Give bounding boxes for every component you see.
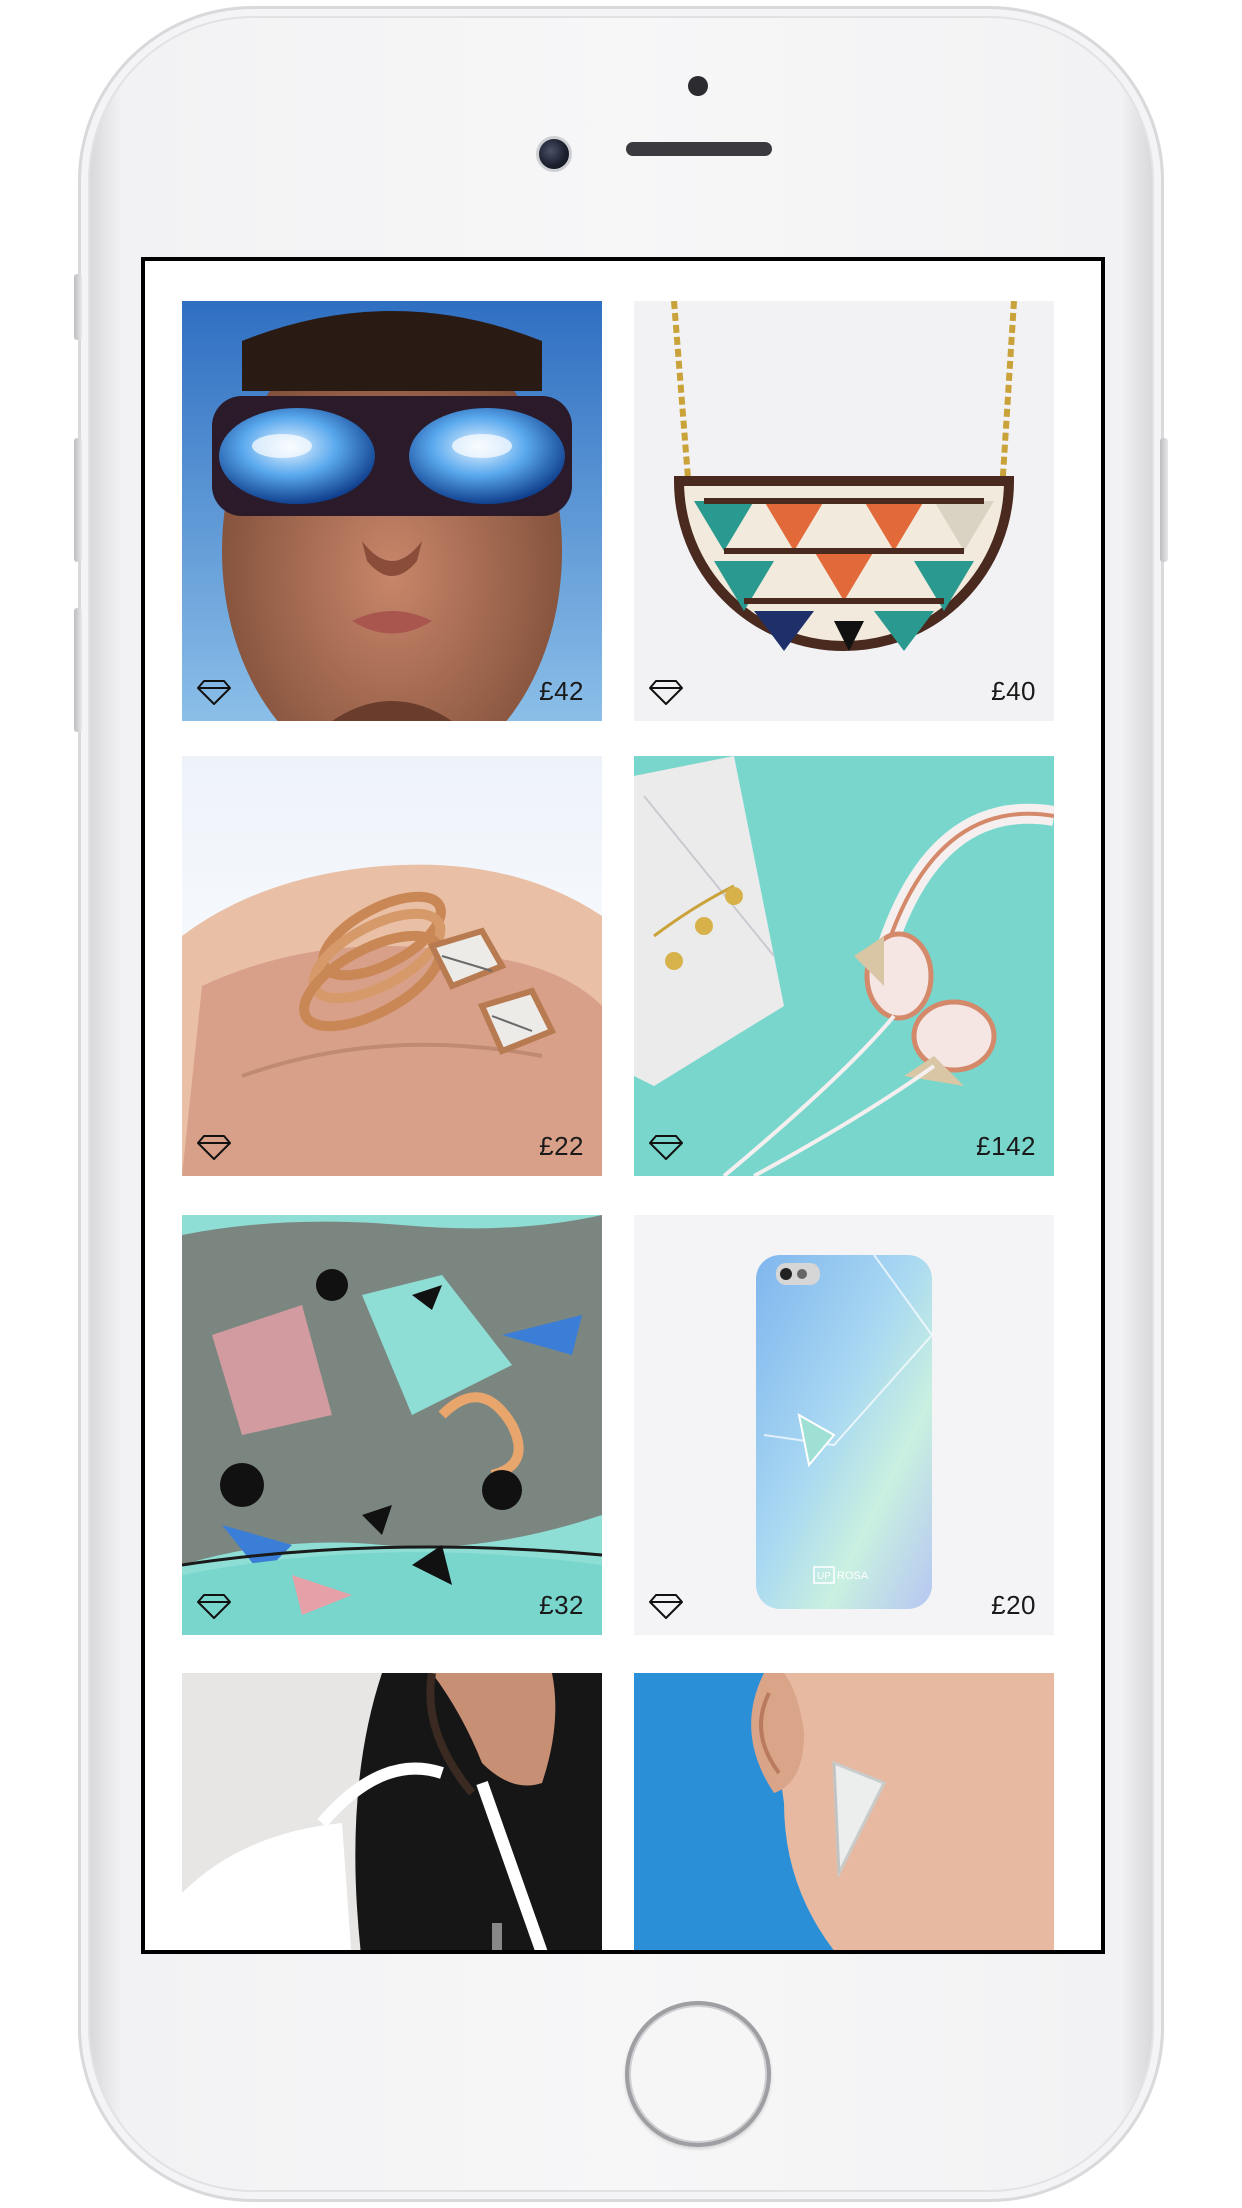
app-screen: £42 £40 £22 £142 £32 UP ROSA £20 [141,257,1105,1954]
logo-text: ROSA [837,1570,869,1582]
power-button [1160,438,1168,562]
diamond-icon[interactable] [196,677,232,707]
product-card-necklace[interactable]: £40 [634,301,1054,721]
product-price: £32 [539,1590,584,1620]
diamond-icon[interactable] [648,1132,684,1162]
product-card-sunglasses[interactable]: £42 [182,301,602,721]
diamond-icon[interactable] [196,1591,232,1621]
volume-down-button [74,608,82,732]
product-card-phone-case[interactable]: UP ROSA £20 [634,1215,1054,1635]
abstract-silk-scarf-image [182,1215,602,1635]
diamond-icon[interactable] [648,677,684,707]
marble-rings-image [182,756,602,1176]
white-backpack-leather-jacket-image [182,1673,602,1950]
product-card-rings[interactable]: £22 [182,756,602,1176]
geometric-necklace-image [634,301,1054,721]
holographic-phone-case-image: UP ROSA [634,1215,1054,1635]
product-price: £42 [539,676,584,706]
volume-up-button [74,438,82,562]
home-button[interactable] [625,2001,771,2147]
geometric-earring-image [634,1673,1054,1950]
product-card-backpack[interactable] [182,1673,602,1950]
product-price: £40 [991,676,1036,706]
front-camera [536,136,572,172]
sunglasses-portrait-image [182,301,602,721]
rose-gold-headphones-image [634,756,1054,1176]
product-price: £22 [539,1131,584,1161]
product-price: £20 [991,1590,1036,1620]
device-mockup: £42 £40 £22 £142 £32 UP ROSA £20 [0,0,1242,2208]
mute-switch [74,274,82,340]
diamond-icon[interactable] [196,1132,232,1162]
logo-box-text: UP [817,1571,831,1582]
product-card-earring[interactable] [634,1673,1054,1950]
proximity-sensor [688,76,708,96]
product-price: £142 [976,1131,1036,1161]
product-card-headphones[interactable]: £142 [634,756,1054,1176]
earpiece-speaker [626,142,772,156]
product-card-scarf[interactable]: £32 [182,1215,602,1635]
diamond-icon[interactable] [648,1591,684,1621]
